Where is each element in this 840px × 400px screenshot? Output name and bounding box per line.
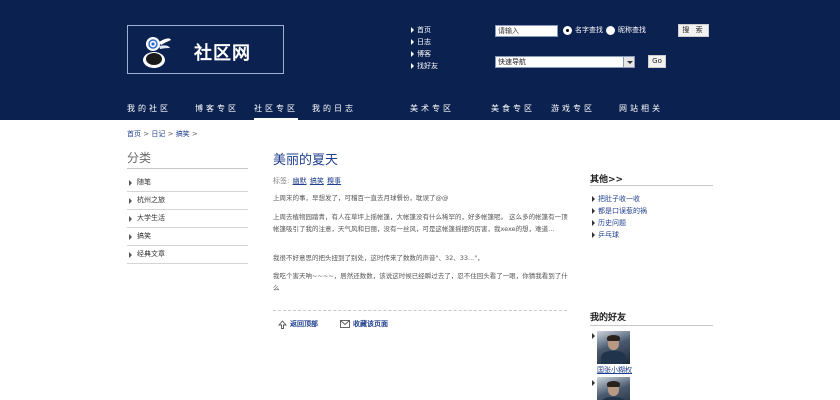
quick-link-find-friends[interactable]: 找好友 bbox=[411, 60, 438, 72]
bookmark-page-link[interactable]: 收藏该页面 bbox=[340, 319, 388, 329]
search-input[interactable]: 请输入 bbox=[495, 25, 558, 37]
nav-community-zone[interactable]: 社区专区 bbox=[254, 103, 298, 120]
avatar-hair bbox=[607, 381, 620, 387]
divider bbox=[590, 325, 713, 326]
site-logo[interactable]: 社区网 bbox=[127, 25, 284, 74]
quick-links: 首页 日志 博客 找好友 bbox=[411, 24, 438, 72]
category-item-hangzhou-trip[interactable]: 杭州之旅 bbox=[127, 192, 248, 210]
nav-my-diary[interactable]: 我的日志 bbox=[312, 103, 356, 120]
breadcrumb-separator: > bbox=[191, 130, 198, 138]
search-button[interactable]: 搜 索 bbox=[678, 24, 709, 37]
breadcrumb-home[interactable]: 首页 bbox=[127, 130, 141, 138]
article-tags: 标签: 幽默 搞笑 糗事 bbox=[273, 176, 341, 186]
quick-link-diary[interactable]: 日志 bbox=[411, 36, 438, 48]
main-nav: 我的社区 博客专区 社区专区 我的日志 美术专区 美食专区 游戏专区 网站相关 bbox=[0, 100, 840, 120]
other-list: 把肚子收一收 都是口误惹的祸 历史问题 乒乓球 bbox=[590, 193, 647, 241]
tag-link[interactable]: 搞笑 bbox=[310, 177, 324, 185]
category-item-college-life[interactable]: 大学生活 bbox=[127, 210, 248, 228]
avatar-figure bbox=[601, 351, 626, 364]
nav-my-community[interactable]: 我的社区 bbox=[127, 103, 171, 120]
chevron-down-icon[interactable] bbox=[623, 57, 634, 67]
quick-link-blog[interactable]: 博客 bbox=[411, 48, 438, 60]
breadcrumb: 首页 > 日记 > 搞笑 > bbox=[127, 129, 198, 139]
radio-label-nickname: 昵称查找 bbox=[618, 26, 646, 34]
category-list: 随笔 杭州之旅 大学生活 搞笑 经典文章 bbox=[127, 174, 248, 264]
other-item-link[interactable]: 乒乓球 bbox=[590, 229, 647, 241]
back-top-icon bbox=[278, 319, 287, 329]
nav-game-zone[interactable]: 游戏专区 bbox=[551, 103, 595, 120]
bullet-icon bbox=[592, 333, 595, 339]
divider bbox=[273, 310, 567, 311]
article-paragraph: 我吃个害天呐~~~~，居然还数数，该说这时候已经瞬过去了，忍不住回头看了一眼，你… bbox=[273, 272, 568, 292]
site-header: 社区网 首页 日志 博客 找好友 请输入 名字查找 昵称查找 搜 索 快速导航 … bbox=[0, 0, 840, 120]
breadcrumb-separator: > bbox=[167, 130, 174, 138]
nav-art-zone[interactable]: 美术专区 bbox=[410, 103, 454, 120]
divider bbox=[127, 168, 248, 169]
breadcrumb-diary[interactable]: 日记 bbox=[151, 130, 165, 138]
back-to-top-label: 返回顶部 bbox=[290, 320, 318, 328]
category-title: 分类 bbox=[127, 151, 152, 165]
bookmark-page-label: 收藏该页面 bbox=[353, 320, 388, 328]
friend-avatar[interactable] bbox=[597, 377, 630, 400]
nav-blog-zone[interactable]: 博客专区 bbox=[195, 103, 239, 120]
category-item-essay[interactable]: 随笔 bbox=[127, 174, 248, 192]
friend-avatar[interactable] bbox=[597, 331, 630, 364]
avatar-hair bbox=[607, 335, 620, 341]
breadcrumb-funny[interactable]: 搞笑 bbox=[176, 130, 190, 138]
article-title: 美丽的夏天 bbox=[273, 153, 339, 168]
quick-nav-selected: 快速导航 bbox=[498, 58, 526, 66]
other-item-link[interactable]: 把肚子收一收 bbox=[590, 193, 647, 205]
other-title[interactable]: 其他>> bbox=[590, 172, 623, 185]
back-to-top-link[interactable]: 返回顶部 bbox=[278, 319, 318, 329]
article-paragraph: 上周末的事，早想发了，可稽百一直去月球餐份，耽误了@@ bbox=[273, 194, 449, 202]
radio-label-name: 名字查找 bbox=[575, 26, 603, 34]
go-button[interactable]: Go bbox=[648, 55, 666, 68]
category-item-classic-articles[interactable]: 经典文章 bbox=[127, 246, 248, 264]
tags-label: 标签: bbox=[273, 177, 290, 185]
divider bbox=[590, 185, 713, 186]
radio-search-by-nickname[interactable] bbox=[606, 26, 615, 35]
nav-site-related[interactable]: 网站相关 bbox=[619, 103, 663, 120]
logo-mascot-icon bbox=[143, 37, 171, 68]
friend-name-link[interactable]: 国张小糊权 bbox=[597, 365, 632, 375]
quick-link-home[interactable]: 首页 bbox=[411, 24, 438, 36]
tag-link[interactable]: 幽默 bbox=[293, 177, 307, 185]
article-paragraph: 我很不好意思的把头扭到了别处，这时传来了数数的声音"、32、33..."， bbox=[273, 254, 484, 262]
article-paragraph: 上周去植物园踏青，有人在草坪上摇帐篷，大帐篷没有什么稀罕的，好多帐篷呢。 这么多… bbox=[273, 213, 568, 233]
tag-link[interactable]: 糗事 bbox=[327, 177, 341, 185]
quick-nav-select[interactable]: 快速导航 bbox=[495, 56, 635, 68]
bullet-icon bbox=[592, 380, 595, 386]
envelope-icon bbox=[340, 320, 350, 328]
other-item-link[interactable]: 历史问题 bbox=[590, 217, 647, 229]
nav-food-zone[interactable]: 美食专区 bbox=[491, 103, 535, 120]
friends-title: 我的好友 bbox=[590, 313, 627, 323]
breadcrumb-separator: > bbox=[143, 130, 150, 138]
logo-text: 社区网 bbox=[194, 43, 251, 64]
other-item-link[interactable]: 都是口误惹的祸 bbox=[590, 205, 647, 217]
category-item-funny[interactable]: 搞笑 bbox=[127, 228, 248, 246]
radio-search-by-name[interactable] bbox=[563, 26, 572, 35]
